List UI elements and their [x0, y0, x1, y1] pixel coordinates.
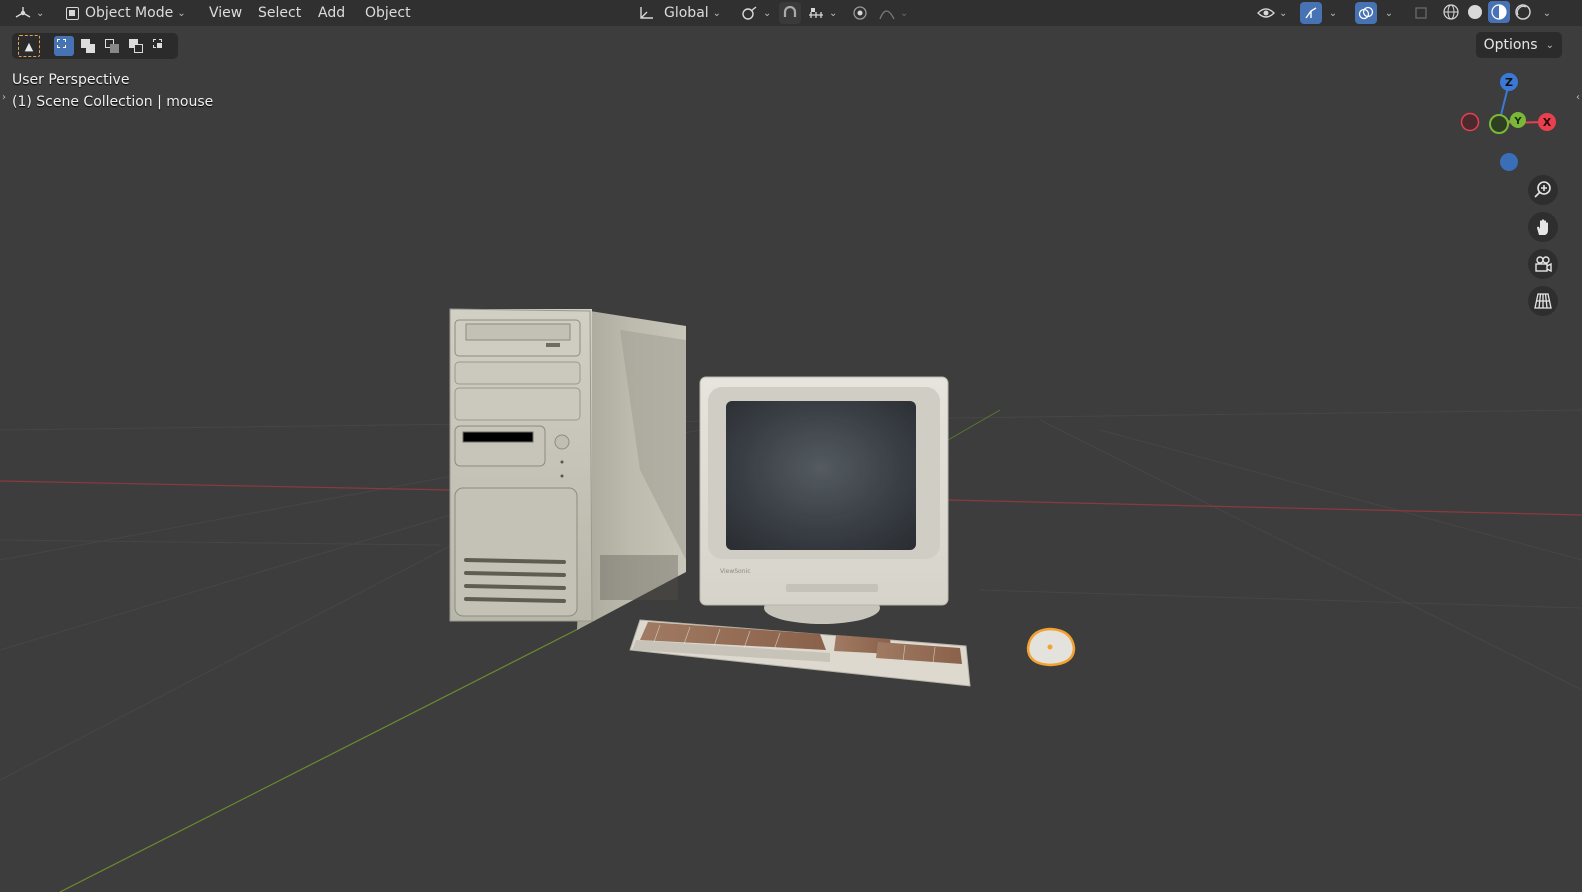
shading-dropdown[interactable]: ⌄: [1538, 2, 1556, 24]
shading-solid[interactable]: [1464, 1, 1486, 23]
chevron-down-icon: ⌄: [712, 7, 722, 19]
gizmo-dropdown[interactable]: ⌄: [1324, 2, 1342, 24]
mouse[interactable]: [1026, 627, 1076, 667]
camera-view-icon: [1535, 256, 1552, 273]
proportional-editing-toggle[interactable]: [849, 2, 871, 24]
y-axis-line: [59, 627, 581, 892]
orientation-axes-icon: [640, 7, 653, 19]
crt-monitor[interactable]: ViewSonic: [699, 376, 949, 624]
selection-mode-invert[interactable]: [126, 36, 146, 56]
viewport-header: ⌄ Object Mode ⌄ View Select Add Object G…: [0, 0, 1582, 26]
pivot-point-selector[interactable]: ⌄: [736, 2, 774, 24]
pivot-point-icon: [742, 6, 757, 20]
menu-select[interactable]: Select: [251, 2, 308, 24]
view-name-label: User Perspective: [12, 72, 130, 88]
menu-view[interactable]: View: [202, 2, 249, 24]
camera-view-button[interactable]: [1528, 249, 1558, 279]
keyboard[interactable]: [629, 619, 971, 687]
chevron-down-icon: ⌄: [1545, 39, 1554, 51]
object-mode-icon: [66, 6, 79, 20]
y-axis-label: Y: [1513, 116, 1522, 127]
chevron-down-icon: ⌄: [900, 7, 909, 19]
perspective-grid-icon: [1534, 293, 1552, 309]
x-axis-line: [0, 480, 451, 491]
falloff-selector[interactable]: ⌄: [875, 2, 911, 24]
overlays-dropdown[interactable]: ⌄: [1380, 2, 1398, 24]
visibility-selector[interactable]: ⌄: [1254, 2, 1290, 24]
options-dropdown[interactable]: Options ⌄: [1475, 32, 1562, 58]
snap-toggle[interactable]: [779, 2, 801, 24]
computer-tower[interactable]: [449, 308, 686, 630]
y-axis-line-far: [947, 409, 1001, 441]
solid-sphere-icon: [1468, 5, 1482, 19]
chevron-down-icon: ⌄: [1384, 7, 1394, 19]
overlays-toggle[interactable]: [1355, 2, 1377, 24]
snap-magnet-icon: [783, 5, 797, 17]
neg-y-axis-handle[interactable]: [1489, 114, 1509, 134]
mode-label: Object Mode: [85, 5, 174, 21]
perspective-toggle-button[interactable]: [1528, 286, 1558, 316]
toolbar-expand-icon[interactable]: ›: [2, 92, 6, 103]
scene-render[interactable]: ViewSonic: [0, 0, 1582, 892]
selection-mode-new[interactable]: [54, 36, 74, 56]
select-box-tool-icon[interactable]: ▲: [18, 35, 40, 57]
xray-toggle[interactable]: [1410, 2, 1432, 24]
collection-info-label: (1) Scene Collection | mouse: [12, 94, 214, 110]
editor-type-selector[interactable]: ⌄: [14, 2, 50, 24]
chevron-down-icon: ⌄: [177, 7, 186, 19]
zoom-button[interactable]: [1528, 175, 1558, 205]
z-axis-label: Z: [1505, 76, 1513, 89]
mode-selector[interactable]: Object Mode ⌄: [60, 2, 192, 24]
navigation-gizmo[interactable]: Z Y X: [1456, 70, 1566, 175]
object-origin-icon: [1047, 644, 1053, 650]
chevron-down-icon: ⌄: [1279, 7, 1288, 19]
chevron-down-icon: ⌄: [36, 7, 45, 19]
sidebar-expand-icon[interactable]: ‹: [1576, 92, 1580, 103]
snap-target-selector[interactable]: ⌄: [804, 2, 840, 24]
overlays-icon: [1358, 6, 1374, 20]
chevron-down-icon: ⌄: [1542, 7, 1552, 19]
neg-x-axis-handle[interactable]: [1460, 112, 1480, 132]
svg-text:ViewSonic: ViewSonic: [720, 568, 751, 575]
menu-add[interactable]: Add: [311, 2, 352, 24]
eye-visibility-icon: [1257, 8, 1275, 18]
gizmo-toggle[interactable]: [1300, 2, 1322, 24]
zoom-icon: [1534, 181, 1551, 198]
rendered-sphere-icon: [1515, 4, 1531, 20]
material-sphere-icon: [1491, 4, 1507, 20]
chevron-down-icon: ⌄: [1328, 7, 1338, 19]
x-axis-label: X: [1543, 116, 1552, 129]
selection-mode-extend[interactable]: [78, 36, 98, 56]
shading-material-preview[interactable]: [1488, 1, 1510, 23]
falloff-curve-icon: [879, 10, 895, 20]
selection-mode-subtract[interactable]: [102, 36, 122, 56]
selection-mode-intersect[interactable]: [150, 36, 170, 56]
snap-increment-icon: [809, 8, 823, 18]
orientation-label: Global: [664, 5, 709, 21]
shading-rendered[interactable]: [1512, 1, 1534, 23]
gizmo-toggle-icon: [1305, 7, 1317, 19]
chevron-down-icon: ⌄: [763, 7, 772, 19]
neg-z-axis-handle[interactable]: [1500, 153, 1518, 171]
3d-viewport-icon: [15, 7, 31, 18]
x-axis-line-right: [947, 499, 1582, 516]
shading-wireframe[interactable]: [1440, 1, 1462, 23]
options-label: Options: [1483, 37, 1538, 53]
xray-toggle-icon: [1415, 7, 1427, 19]
tool-settings-bar: ▲: [12, 33, 178, 59]
chevron-down-icon: ⌄: [829, 7, 838, 19]
proportional-editing-icon: [853, 6, 867, 20]
menu-object[interactable]: Object: [358, 2, 418, 24]
transform-orientation-selector[interactable]: Global ⌄: [634, 2, 725, 24]
pan-button[interactable]: [1528, 212, 1558, 242]
3d-viewport[interactable]: ViewSonic ⌄ Object Mode ⌄ View Select Ad…: [0, 0, 1582, 892]
wireframe-sphere-icon: [1443, 4, 1459, 20]
pan-hand-icon: [1537, 219, 1548, 235]
